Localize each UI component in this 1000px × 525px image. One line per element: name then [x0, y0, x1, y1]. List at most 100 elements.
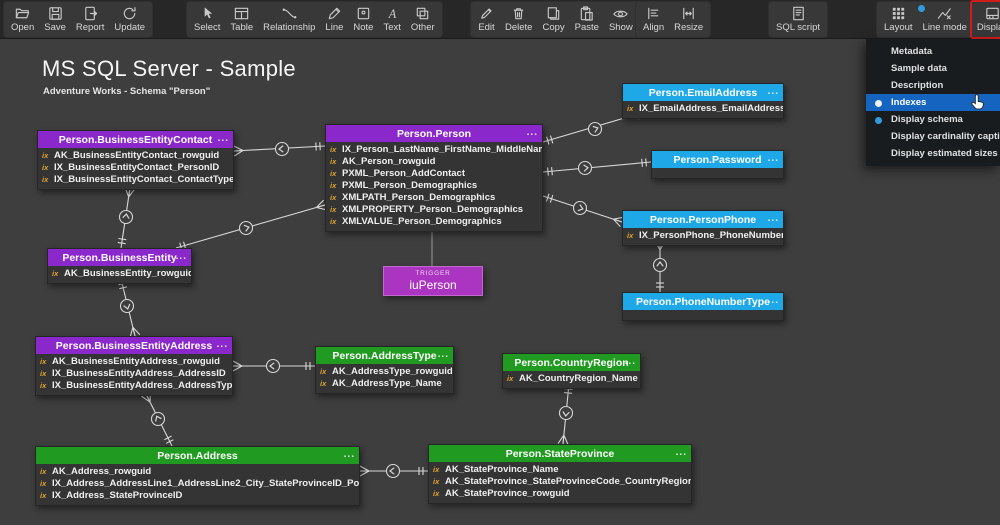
table-header[interactable]: Person.Address...: [36, 447, 359, 464]
table-more-button[interactable]: ...: [527, 125, 538, 141]
index-row[interactable]: ix IX_PersonPhone_PhoneNumber: [623, 229, 783, 241]
index-row[interactable]: ix IX_BusinessEntityAddress_AddressTypeID: [36, 379, 232, 391]
table-person-addresstype[interactable]: Person.AddressType... ix AK_AddressType_ro…: [315, 346, 454, 394]
menu-item-label: Display schema: [891, 114, 963, 125]
table-person-emailaddress[interactable]: Person.EmailAddress... ix IX_EmailAddress_…: [622, 83, 784, 119]
index-row[interactable]: ix AK_StateProvince_rowguid: [429, 487, 691, 499]
index-row[interactable]: ix IX_EmailAddress_EmailAddress: [623, 102, 783, 114]
table-person-businessentitycontact[interactable]: Person.BusinessEntityContact... ix AK_Busi…: [37, 130, 234, 190]
table-person-phonenumbertype[interactable]: Person.PhoneNumberType...: [622, 292, 784, 321]
edit-button[interactable]: Edit: [473, 2, 500, 37]
index-row[interactable]: ix IX_BusinessEntityContact_ContactTypeID: [38, 173, 233, 185]
table-more-button[interactable]: ...: [218, 131, 229, 147]
index-name: IX_Person_LastName_FirstName_MiddleName: [342, 143, 542, 155]
table-header[interactable]: Person.Password...: [652, 151, 783, 168]
open-button[interactable]: Open: [6, 2, 39, 37]
table-more-button[interactable]: ...: [768, 293, 779, 309]
index-row[interactable]: ix AK_CountryRegion_Name: [503, 372, 640, 384]
table-more-button[interactable]: ...: [768, 151, 779, 167]
index-row[interactable]: ix AK_AddressType_rowguid: [316, 365, 453, 377]
align-button[interactable]: Align: [638, 2, 669, 37]
refresh-icon: [121, 4, 138, 22]
menu-item-metadata[interactable]: Metadata: [866, 43, 1000, 60]
copy-button[interactable]: Copy: [537, 2, 569, 37]
menu-item-description[interactable]: Description: [866, 77, 1000, 94]
index-row[interactable]: ix IX_BusinessEntityAddress_AddressID: [36, 367, 232, 379]
table-person-countryregion[interactable]: Person.CountryRegion... ix AK_CountryRegio…: [502, 353, 641, 389]
layout-button[interactable]: Layout: [879, 2, 918, 37]
toolbar-group-file: Open Save Report Update: [4, 2, 153, 37]
cursor-icon: [199, 4, 216, 22]
table-header[interactable]: Person.BusinessEntityAddress...: [36, 337, 232, 354]
table-more-button[interactable]: ...: [625, 354, 636, 370]
table-more-button[interactable]: ...: [176, 249, 187, 265]
table-more-button[interactable]: ...: [768, 84, 779, 100]
table-header[interactable]: Person.PersonPhone...: [623, 211, 783, 228]
linemode-button[interactable]: Line mode: [917, 2, 972, 37]
index-name: PXML_Person_Demographics: [342, 179, 478, 191]
note-button[interactable]: Note: [348, 2, 378, 37]
index-row[interactable]: ix AK_Person_rowguid: [326, 155, 542, 167]
table-person-password[interactable]: Person.Password...: [651, 150, 784, 179]
index-row[interactable]: ix IX_Person_LastName_FirstName_MiddleNam…: [326, 143, 542, 155]
table-header[interactable]: Person.StateProvince...: [429, 445, 691, 462]
index-row[interactable]: ix AK_StateProvince_StateProvinceCode_Cou…: [429, 475, 691, 487]
display-button[interactable]: Display: [969, 0, 1000, 39]
table-person-businessentity[interactable]: Person.BusinessEntity... ix AK_BusinessEnt…: [47, 248, 192, 284]
report-button[interactable]: Report: [71, 2, 110, 37]
table-person-address[interactable]: Person.Address... ix AK_Address_rowguid ix I…: [35, 446, 360, 506]
table-more-button[interactable]: ...: [217, 337, 228, 353]
index-row[interactable]: ix AK_BusinessEntity_rowguid: [48, 267, 191, 279]
index-row[interactable]: ix XMLPATH_Person_Demographics: [326, 191, 542, 203]
select-button[interactable]: Select: [189, 2, 225, 37]
table-header[interactable]: Person.BusinessEntityContact...: [38, 131, 233, 148]
table-person-stateprovince[interactable]: Person.StateProvince... ix AK_StateProvinc…: [428, 444, 692, 504]
table-person-businessentityaddress[interactable]: Person.BusinessEntityAddress... ix AK_Busi…: [35, 336, 233, 396]
index-row[interactable]: ix AK_AddressType_Name: [316, 377, 453, 389]
table-more-button[interactable]: ...: [676, 445, 687, 461]
index-row[interactable]: ix XMLPROPERTY_Person_Demographics: [326, 203, 542, 215]
table-more-button[interactable]: ...: [344, 447, 355, 463]
delete-button[interactable]: Delete: [500, 2, 537, 37]
toolbar-group-insert: Select Table Relationship Line Note A Text Othe…: [187, 2, 442, 37]
text-icon: A: [384, 4, 401, 22]
index-row[interactable]: ix PXML_Person_AddContact: [326, 167, 542, 179]
menu-item-display-schema[interactable]: Display schema: [866, 111, 1000, 128]
index-row[interactable]: ix AK_BusinessEntityContact_rowguid: [38, 149, 233, 161]
sqlscript-button[interactable]: SQL script: [771, 2, 825, 37]
paste-button[interactable]: Paste: [570, 2, 604, 37]
index-row[interactable]: ix AK_StateProvince_Name: [429, 463, 691, 475]
index-row[interactable]: ix AK_BusinessEntityAddress_rowguid: [36, 355, 232, 367]
trigger-node[interactable]: TRIGGER iuPerson: [383, 266, 483, 296]
index-row[interactable]: ix PXML_Person_Demographics: [326, 179, 542, 191]
table-header[interactable]: Person.Person...: [326, 125, 542, 142]
menu-item-display-estimated-sizes[interactable]: Display estimated sizes: [866, 145, 1000, 162]
index-row[interactable]: ix IX_Address_AddressLine1_AddressLine2_C…: [36, 477, 359, 489]
save-button[interactable]: Save: [39, 2, 71, 37]
index-row[interactable]: ix IX_BusinessEntityContact_PersonID: [38, 161, 233, 173]
menu-item-sample-data[interactable]: Sample data: [866, 60, 1000, 77]
text-button[interactable]: A Text: [378, 2, 405, 37]
index-row[interactable]: ix XMLVALUE_Person_Demographics: [326, 215, 542, 227]
table-name: Person.BusinessEntityAddress: [55, 339, 213, 352]
index-row[interactable]: ix AK_Address_rowguid: [36, 465, 359, 477]
table-person-personphone[interactable]: Person.PersonPhone... ix IX_PersonPhone_Ph…: [622, 210, 784, 246]
table-header[interactable]: Person.CountryRegion...: [503, 354, 640, 371]
menu-item-display-cardinality-captions[interactable]: Display cardinality captions: [866, 128, 1000, 145]
other-button[interactable]: Other: [406, 2, 440, 37]
index-row[interactable]: ix IX_Address_StateProvinceID: [36, 489, 359, 501]
update-button[interactable]: Update: [109, 2, 150, 37]
table-button[interactable]: Table: [225, 2, 258, 37]
resize-button[interactable]: Resize: [669, 2, 708, 37]
table-header[interactable]: Person.AddressType...: [316, 347, 453, 364]
table-more-button[interactable]: ...: [438, 347, 449, 363]
line-button[interactable]: Line: [320, 2, 348, 37]
table-header[interactable]: Person.PhoneNumberType...: [623, 293, 783, 310]
table-more-button[interactable]: ...: [768, 211, 779, 227]
table-header[interactable]: Person.EmailAddress...: [623, 84, 783, 101]
index-icon: ix: [433, 464, 440, 474]
relationship-button[interactable]: Relationship: [258, 2, 320, 37]
show-button[interactable]: Show: [604, 2, 638, 37]
table-person-person[interactable]: Person.Person... ix IX_Person_LastName_Fir…: [325, 124, 543, 232]
table-header[interactable]: Person.BusinessEntity...: [48, 249, 191, 266]
